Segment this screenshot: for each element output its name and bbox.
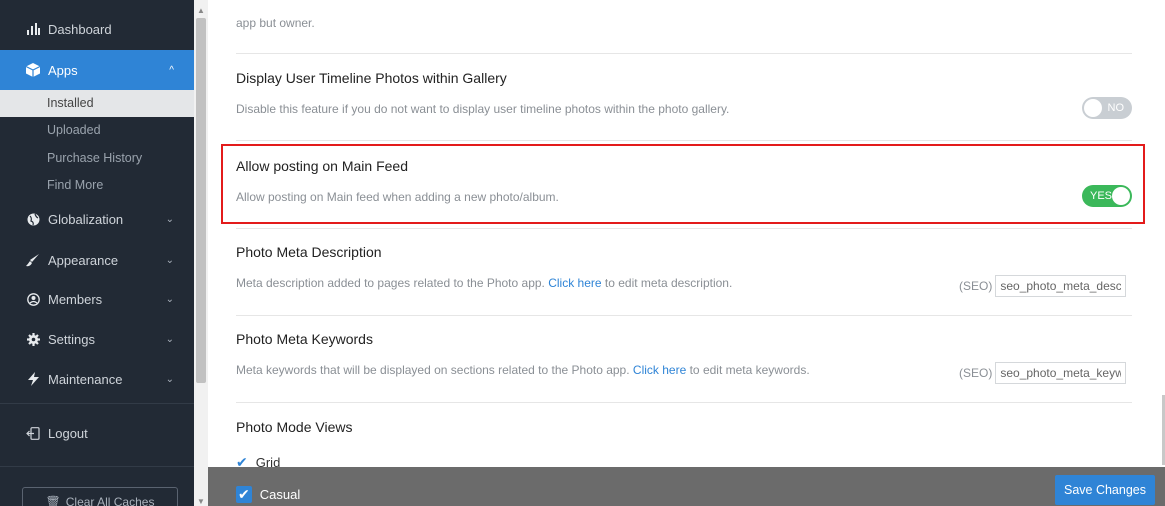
meta-description-click-here-link[interactable]: Click here <box>548 276 601 290</box>
seo-label: (SEO) <box>959 366 993 380</box>
sidebar-subitem-find-more[interactable]: Find More <box>0 172 194 199</box>
timeline-photos-toggle[interactable]: NO <box>1082 97 1132 119</box>
sidebar-subitem-uploaded[interactable]: Uploaded <box>0 117 194 144</box>
meta-keywords-click-here-link[interactable]: Click here <box>633 363 686 377</box>
sidebar-item-dashboard[interactable]: Dashboard <box>0 14 194 44</box>
seo-label: (SEO) <box>959 279 993 293</box>
seo-meta-keywords-input[interactable] <box>995 362 1127 384</box>
scroll-down-icon[interactable]: ▼ <box>197 497 205 506</box>
sidebar-item-label: Members <box>48 291 103 307</box>
divider <box>236 402 1132 403</box>
sidebar: Dashboard Apps ^ Installed Uploaded Purc… <box>0 0 194 506</box>
divider <box>236 53 1132 54</box>
clear-all-caches-button[interactable]: 🗑 Clear All Caches <box>22 487 178 506</box>
seo-meta-description: (SEO) <box>959 275 1127 297</box>
setting-timeline-photos: Display User Timeline Photos within Gall… <box>236 70 1140 116</box>
seo-meta-keywords: (SEO) <box>959 362 1127 384</box>
checkmark-icon: ✔ <box>236 486 252 503</box>
gear-icon <box>25 331 41 347</box>
chevron-up-icon: ^ <box>169 64 174 76</box>
setting-title: Photo Mode Views <box>236 419 353 435</box>
sidebar-scrollbar[interactable]: ▲ ▼ <box>194 0 208 506</box>
sidebar-divider <box>0 403 194 404</box>
save-changes-button[interactable]: Save Changes <box>1055 475 1155 505</box>
sidebar-item-label: Settings <box>48 331 95 347</box>
checkbox-label: Casual <box>259 487 301 502</box>
sidebar-item-appearance[interactable]: Appearance ⌄ <box>0 245 194 275</box>
trash-icon: 🗑 <box>45 495 61 506</box>
desc-text: to edit meta description. <box>601 276 733 290</box>
divider <box>236 140 1132 141</box>
sidebar-item-globalization[interactable]: Globalization ⌄ <box>0 204 194 234</box>
setting-photo-mode-views: Photo Mode Views <box>236 419 1140 435</box>
sidebar-item-label: Apps <box>48 62 78 78</box>
sidebar-item-apps[interactable]: Apps ^ <box>0 50 194 90</box>
cube-icon <box>25 62 41 78</box>
toggle-knob <box>1084 99 1102 117</box>
desc-text: Meta keywords that will be displayed on … <box>236 363 633 377</box>
desc-text: Meta description added to pages related … <box>236 276 549 290</box>
clear-all-caches-label: Clear All Caches <box>65 495 155 506</box>
sidebar-item-settings[interactable]: Settings ⌄ <box>0 324 194 354</box>
bar-chart-icon <box>25 21 41 37</box>
sidebar-subitem-installed[interactable]: Installed <box>0 90 194 117</box>
sidebar-item-label: Globalization <box>48 211 124 227</box>
highlight-box <box>221 144 1145 224</box>
setting-title: Display User Timeline Photos within Gall… <box>236 70 507 86</box>
sidebar-item-maintenance[interactable]: Maintenance ⌄ <box>0 364 194 394</box>
mode-view-casual-checkbox[interactable]: ✔ Casual <box>236 486 300 503</box>
sidebar-subitem-purchase-history[interactable]: Purchase History <box>0 145 194 172</box>
previous-setting-desc-text: app but owner. <box>236 16 315 30</box>
desc-text: to edit meta keywords. <box>686 363 810 377</box>
divider <box>236 228 1132 229</box>
chevron-down-icon: ⌄ <box>165 213 174 225</box>
bolt-icon <box>25 371 41 387</box>
toggle-label: NO <box>1107 102 1125 114</box>
seo-meta-description-input[interactable] <box>995 275 1127 297</box>
footer-bar <box>208 467 1165 506</box>
settings-panel: app but owner. Display User Timeline Pho… <box>208 0 1165 506</box>
sidebar-divider <box>0 466 194 467</box>
scroll-up-icon[interactable]: ▲ <box>197 6 205 15</box>
setting-title: Photo Meta Description <box>236 244 382 260</box>
brush-icon <box>25 252 41 268</box>
user-circle-icon <box>25 291 41 307</box>
chevron-down-icon: ⌄ <box>165 333 174 345</box>
sidebar-item-members[interactable]: Members ⌄ <box>0 284 194 314</box>
setting-desc: Disable this feature if you do not want … <box>236 102 730 116</box>
previous-setting-desc: app but owner. <box>236 16 1140 30</box>
globe-icon <box>25 211 41 227</box>
chevron-down-icon: ⌄ <box>165 254 174 266</box>
chevron-down-icon: ⌄ <box>165 293 174 305</box>
chevron-down-icon: ⌄ <box>165 373 174 385</box>
sidebar-item-label: Dashboard <box>48 21 112 37</box>
sidebar-item-label: Logout <box>48 425 88 441</box>
sidebar-item-label: Maintenance <box>48 371 123 387</box>
sidebar-scroll-thumb[interactable] <box>196 18 206 383</box>
sidebar-item-label: Appearance <box>48 252 119 268</box>
logout-icon <box>25 425 41 441</box>
divider <box>236 315 1132 316</box>
sidebar-item-logout[interactable]: Logout <box>0 418 194 448</box>
setting-title: Photo Meta Keywords <box>236 331 373 347</box>
